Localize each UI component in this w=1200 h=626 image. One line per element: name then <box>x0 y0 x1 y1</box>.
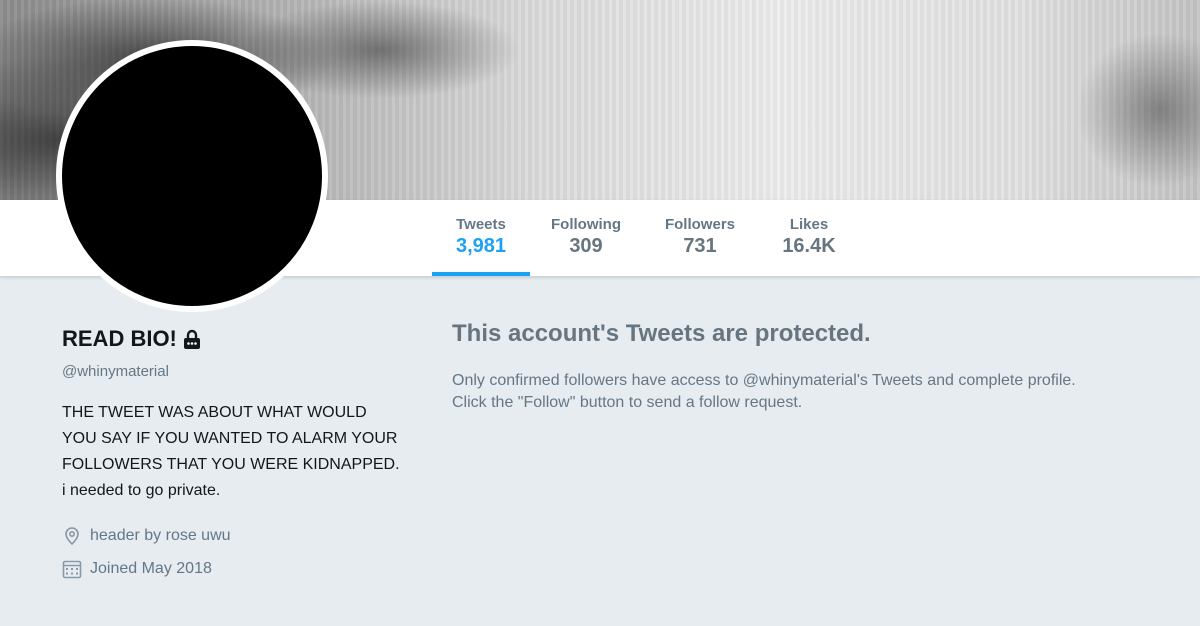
stat-following[interactable]: Following 309 <box>540 200 632 276</box>
protected-title: This account's Tweets are protected. <box>452 320 871 347</box>
profile-bio: THE TWEET WAS ABOUT WHAT WOULD YOU SAY I… <box>62 404 400 499</box>
profile-location-text: header by rose uwu <box>90 527 231 544</box>
protected-text-line-2: Click the "Follow" button to send a foll… <box>452 394 803 411</box>
stat-followers[interactable]: Followers 731 <box>655 200 745 276</box>
stat-following-count: 309 <box>569 235 603 257</box>
stat-likes-label: Likes <box>789 216 829 233</box>
protected-description: Only confirmed followers have access to … <box>452 370 1182 414</box>
location-pin-icon <box>65 527 79 546</box>
protected-text-line-1: Only confirmed followers have access to … <box>452 372 1076 389</box>
profile-joined: Joined May 2018 <box>62 559 402 579</box>
profile-card: READ BIO! @whinymaterial THE TWEET WAS A… <box>62 322 402 579</box>
stat-followers-count: 731 <box>683 235 717 257</box>
profile-location: header by rose uwu <box>62 526 402 546</box>
calendar-icon <box>62 560 82 579</box>
stat-tweets[interactable]: Tweets 3,981 <box>432 200 530 276</box>
lock-icon <box>183 329 200 349</box>
stat-followers-label: Followers <box>664 216 735 233</box>
protected-notice: This account's Tweets are protected. Onl… <box>452 320 1182 414</box>
stat-tweets-count: 3,981 <box>455 235 507 257</box>
stat-likes-count: 16.4K <box>782 235 836 257</box>
profile-name[interactable]: READ BIO! <box>62 326 177 352</box>
profile-name-row: READ BIO! <box>62 322 402 356</box>
profile-joined-text: Joined May 2018 <box>90 560 212 577</box>
profile-handle[interactable]: @whinymaterial <box>62 363 402 380</box>
avatar[interactable] <box>56 40 328 312</box>
stat-tweets-label: Tweets <box>456 216 506 233</box>
stat-likes[interactable]: Likes 16.4K <box>767 200 851 276</box>
stat-following-label: Following <box>551 216 621 233</box>
